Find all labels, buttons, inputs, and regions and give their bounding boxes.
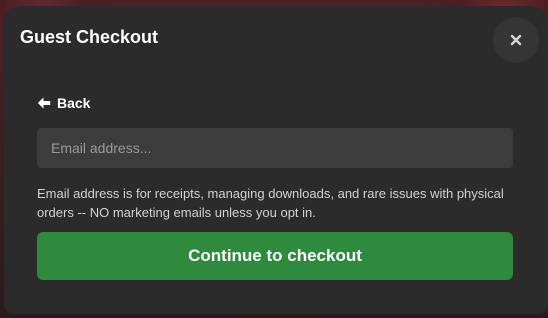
back-link[interactable]: Back — [37, 94, 90, 112]
close-button[interactable] — [493, 17, 539, 63]
arrow-left-icon — [37, 97, 51, 109]
back-label: Back — [57, 95, 91, 111]
close-icon — [510, 34, 522, 46]
continue-to-checkout-button[interactable]: Continue to checkout — [37, 232, 513, 280]
email-field[interactable] — [37, 128, 513, 168]
modal-title: Guest Checkout — [20, 27, 159, 47]
email-help-text: Email address is for receipts, managing … — [37, 186, 504, 220]
guest-checkout-modal: Guest Checkout Back Email address is for… — [4, 6, 548, 314]
